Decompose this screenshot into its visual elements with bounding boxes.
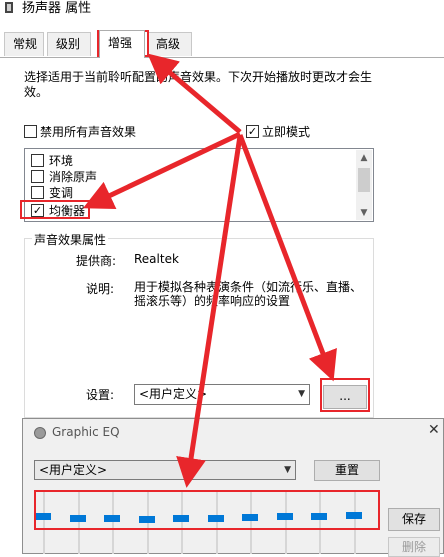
effect-checkbox[interactable] — [31, 170, 44, 183]
effects-list[interactable]: 环境 消除原声 变调 ✓ 均衡器 — [24, 148, 374, 222]
enhancements-description: 选择适用于当前聆听配置的声音效果。下次开始播放时更改才会生效。 — [24, 70, 373, 99]
more-settings-button[interactable]: ... — [323, 385, 367, 409]
eq-band-slider[interactable] — [341, 492, 371, 554]
settings-label: 设置: — [86, 388, 115, 402]
equalizer-checkbox[interactable]: ✓ — [31, 204, 44, 217]
list-item[interactable]: 变调 — [31, 184, 351, 200]
disable-all-effects-label: 禁用所有声音效果 — [40, 125, 137, 139]
slider-thumb[interactable] — [104, 515, 120, 522]
list-item-equalizer[interactable]: ✓ 均衡器 — [31, 202, 351, 218]
eq-window-title: Graphic EQ — [52, 425, 120, 439]
eq-band-slider[interactable] — [99, 492, 129, 554]
slider-track — [354, 492, 356, 554]
slider-thumb[interactable] — [139, 516, 155, 523]
save-button[interactable]: 保存 — [388, 508, 440, 531]
slider-track — [216, 492, 218, 554]
description-label: 说明: — [86, 282, 115, 296]
disable-all-effects-checkbox[interactable] — [24, 125, 37, 138]
eq-band-slider[interactable] — [237, 492, 267, 554]
immediate-mode-label: 立即模式 — [262, 125, 311, 139]
list-item[interactable]: 消除原声 — [31, 168, 351, 184]
slider-track — [147, 492, 149, 554]
scroll-down-arrow-icon[interactable]: ▼ — [356, 205, 372, 221]
slider-track — [112, 492, 114, 554]
effect-properties-title: 声音效果属性 — [32, 231, 109, 248]
eq-band-slider[interactable] — [306, 492, 336, 554]
effect-checkbox[interactable] — [31, 154, 44, 167]
eq-band-slider[interactable] — [203, 492, 233, 554]
eq-band-slider[interactable] — [65, 492, 95, 554]
effect-checkbox[interactable] — [31, 186, 44, 199]
tab-general[interactable]: 常规 — [4, 32, 44, 56]
scrollbar-thumb[interactable] — [358, 168, 370, 192]
slider-thumb[interactable] — [346, 512, 362, 519]
delete-button[interactable]: 删除 — [388, 537, 440, 557]
tab-levels[interactable]: 级别 — [47, 32, 91, 56]
speaker-icon — [5, 2, 13, 13]
equalizer-label: 均衡器 — [49, 204, 86, 218]
eq-band-slider[interactable] — [134, 492, 164, 554]
tab-enhancements[interactable]: 增强 — [99, 30, 145, 58]
slider-thumb[interactable] — [311, 513, 327, 520]
window-title: 扬声器 属性 — [22, 1, 92, 16]
immediate-mode-checkbox[interactable]: ✓ — [246, 125, 259, 138]
list-item[interactable]: 环境 — [31, 152, 351, 168]
effect-label: 环境 — [49, 154, 74, 168]
effect-label: 消除原声 — [49, 170, 98, 184]
slider-track — [250, 492, 252, 554]
eq-preset-select[interactable]: <用户定义> ▼ — [34, 460, 296, 480]
eq-band-slider[interactable] — [30, 492, 60, 554]
settings-select-value: <用户定义> — [139, 387, 208, 401]
chevron-down-icon: ▼ — [284, 465, 291, 475]
slider-thumb[interactable] — [208, 515, 224, 522]
eq-preset-value: <用户定义> — [39, 463, 108, 477]
chevron-down-icon: ▼ — [298, 389, 305, 399]
scroll-up-arrow-icon[interactable]: ▲ — [356, 150, 372, 166]
tab-strip: 常规 级别 增强 高级 — [0, 30, 444, 58]
settings-select[interactable]: <用户定义> ▼ — [134, 384, 310, 405]
provider-label: 提供商: — [76, 254, 117, 268]
slider-thumb[interactable] — [173, 515, 189, 522]
slider-thumb[interactable] — [70, 515, 86, 522]
reset-button[interactable]: 重置 — [314, 460, 380, 481]
tab-advanced[interactable]: 高级 — [147, 32, 192, 56]
slider-thumb[interactable] — [277, 513, 293, 520]
eq-slider-bank — [34, 492, 378, 554]
slider-thumb[interactable] — [35, 513, 51, 520]
slider-track — [181, 492, 183, 554]
provider-value: Realtek — [134, 252, 179, 266]
slider-track — [78, 492, 80, 554]
slider-track — [43, 492, 45, 554]
slider-thumb[interactable] — [242, 514, 258, 521]
close-icon[interactable]: ✕ — [428, 422, 440, 438]
slider-track — [285, 492, 287, 554]
equalizer-icon — [34, 427, 46, 439]
description-value: 用于模拟各种表演条件（如流行乐、直播、摇滚乐等）的频率响应的设置 — [134, 280, 363, 308]
effect-label: 变调 — [49, 186, 74, 200]
eq-band-slider[interactable] — [168, 492, 198, 554]
eq-band-slider[interactable] — [272, 492, 302, 554]
slider-track — [319, 492, 321, 554]
